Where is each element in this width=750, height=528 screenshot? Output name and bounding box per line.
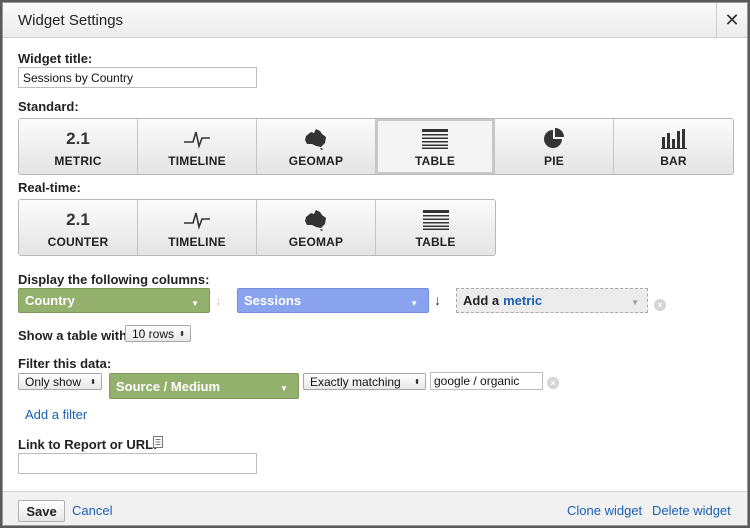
remove-column-icon[interactable]: × xyxy=(654,299,666,311)
timeline-icon xyxy=(183,128,211,150)
remove-filter-icon[interactable]: × xyxy=(547,377,559,389)
standard-table-button[interactable]: TABLE xyxy=(376,119,495,174)
link-label: Link to Report or URL: xyxy=(18,437,158,452)
realtime-viz-group: 2.1 COUNTER TIMELINE GEOMAP TABLE xyxy=(18,199,496,256)
counter-icon: 2.1 xyxy=(66,210,90,229)
dialog-title: Widget Settings xyxy=(18,12,124,29)
viz-label: GEOMAP xyxy=(288,235,344,249)
widget-title-label: Widget title: xyxy=(18,51,93,66)
filter-dimension-select[interactable]: Source / Medium ▼ xyxy=(109,373,299,399)
chevron-down-icon: ▼ xyxy=(280,384,288,393)
sort-arrow-icon[interactable]: ↓ xyxy=(215,292,222,308)
filter-match-value: Exactly matching xyxy=(310,374,401,389)
realtime-table-button[interactable]: TABLE xyxy=(376,200,495,255)
metric-select[interactable]: Sessions ▼ xyxy=(237,288,429,313)
pie-icon xyxy=(543,128,565,150)
realtime-counter-button[interactable]: 2.1 COUNTER xyxy=(19,200,138,255)
chevron-down-icon: ▼ xyxy=(191,299,199,308)
chevron-updown-icon: ⬍ xyxy=(414,379,420,386)
close-icon: ✕ xyxy=(724,9,740,30)
filter-mode-value: Only show xyxy=(25,374,82,389)
widget-settings-dialog: Widget Settings ✕ Widget title: Standard… xyxy=(2,2,748,526)
standard-pie-button[interactable]: PIE xyxy=(495,119,614,174)
clone-widget-link[interactable]: Clone widget xyxy=(567,503,642,518)
cancel-link[interactable]: Cancel xyxy=(72,503,112,518)
dialog-titlebar: Widget Settings ✕ xyxy=(3,3,747,38)
standard-bar-button[interactable]: BAR xyxy=(614,119,733,174)
standard-geomap-button[interactable]: GEOMAP xyxy=(257,119,376,174)
viz-label: TIMELINE xyxy=(168,154,226,168)
close-button[interactable]: ✕ xyxy=(716,3,747,37)
standard-metric-button[interactable]: 2.1 METRIC xyxy=(19,119,138,174)
rows-select[interactable]: 10 rows ⬍ xyxy=(125,325,191,342)
realtime-timeline-button[interactable]: TIMELINE xyxy=(138,200,257,255)
timeline-icon xyxy=(183,209,211,231)
columns-label: Display the following columns: xyxy=(18,272,210,287)
table-icon xyxy=(422,128,448,150)
add-metric-word: metric xyxy=(503,293,543,308)
filter-label: Filter this data: xyxy=(18,356,112,371)
realtime-geomap-button[interactable]: GEOMAP xyxy=(257,200,376,255)
geomap-icon xyxy=(304,128,328,150)
delete-widget-link[interactable]: Delete widget xyxy=(652,503,731,518)
viz-label: TABLE xyxy=(414,154,456,168)
table-rows-label: Show a table with xyxy=(18,328,128,343)
standard-viz-group: 2.1 METRIC TIMELINE GEOMAP TABLE PIE BAR xyxy=(18,118,734,175)
viz-label: PIE xyxy=(544,154,564,168)
geomap-icon xyxy=(304,209,328,231)
report-icon[interactable] xyxy=(153,436,163,451)
sort-arrow-icon[interactable]: ↓ xyxy=(434,292,441,308)
viz-label: METRIC xyxy=(54,154,102,168)
viz-label: TABLE xyxy=(415,235,456,249)
chevron-down-icon: ▼ xyxy=(410,299,418,308)
dialog-footer: Save Cancel Clone widget Delete widget xyxy=(3,491,747,525)
dimension-select-value: Country xyxy=(25,293,75,308)
metric-icon: 2.1 xyxy=(66,129,90,148)
table-icon xyxy=(422,209,449,231)
add-filter-link[interactable]: Add a filter xyxy=(25,407,87,422)
filter-mode-select[interactable]: Only show ⬍ xyxy=(18,373,102,390)
viz-label: BAR xyxy=(660,154,687,168)
realtime-label: Real-time: xyxy=(18,180,81,195)
add-metric-prefix: Add a xyxy=(463,293,500,308)
rows-select-value: 10 rows xyxy=(132,326,175,341)
save-button[interactable]: Save xyxy=(18,500,65,522)
viz-label: TIMELINE xyxy=(168,235,226,249)
viz-label: COUNTER xyxy=(47,235,109,249)
dimension-select[interactable]: Country ▼ xyxy=(18,288,210,313)
chevron-updown-icon: ⬍ xyxy=(179,331,185,338)
filter-dimension-value: Source / Medium xyxy=(116,378,221,394)
filter-match-select[interactable]: Exactly matching ⬍ xyxy=(303,373,426,390)
viz-label: GEOMAP xyxy=(288,154,344,168)
chevron-down-icon: ▼ xyxy=(631,298,639,307)
chevron-updown-icon: ⬍ xyxy=(90,379,96,386)
link-url-input[interactable] xyxy=(18,453,257,474)
standard-timeline-button[interactable]: TIMELINE xyxy=(138,119,257,174)
add-metric-select[interactable]: Add a metric ▼ xyxy=(456,288,648,313)
standard-label: Standard: xyxy=(18,99,79,114)
bar-icon xyxy=(660,128,687,150)
filter-value-input[interactable] xyxy=(430,372,543,390)
metric-select-value: Sessions xyxy=(244,293,302,308)
widget-title-input[interactable] xyxy=(18,67,257,88)
